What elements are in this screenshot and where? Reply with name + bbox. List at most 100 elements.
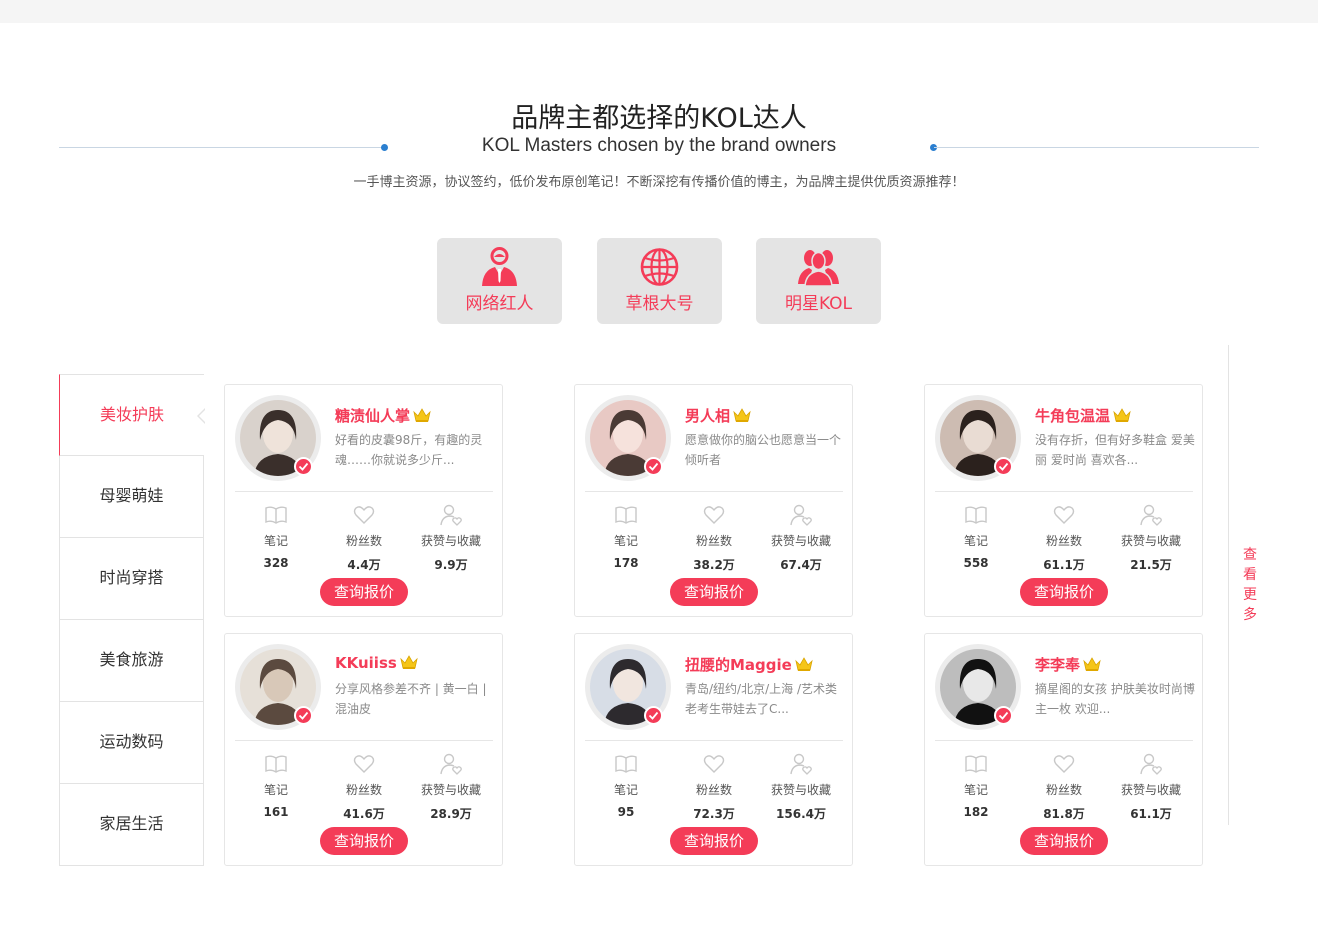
stat-value: 28.9万 (430, 807, 472, 821)
category-fashion[interactable]: 时尚穿搭 (59, 538, 204, 620)
kol-name-text: 李李奉 (1035, 656, 1081, 674)
avatar[interactable] (935, 395, 1021, 481)
title-divider-right (934, 147, 1259, 148)
kol-name-text: 扭腰的Maggie (685, 656, 792, 674)
kol-type-grassroots-button[interactable]: 草根大号 (597, 238, 722, 324)
stat-value: 9.9万 (434, 558, 468, 572)
stat-value: 156.4万 (776, 807, 826, 821)
stat-label: 笔记 (963, 783, 988, 797)
stat-likes: 获赞与收藏 28.9万 (411, 752, 491, 822)
stat-value: 81.8万 (1043, 807, 1085, 821)
card-divider (935, 491, 1193, 492)
kol-card[interactable]: 扭腰的Maggie 青岛/纽约/北京/上海 /艺术类老考生带娃去了C... 笔记 95… (574, 633, 853, 866)
category-beauty-skincare[interactable]: 美妆护肤 (59, 374, 206, 456)
stat-fans: 粉丝数 4.4万 (324, 503, 404, 573)
heart-icon (1053, 755, 1075, 773)
stat-likes: 获赞与收藏 21.5万 (1111, 503, 1191, 573)
query-price-button[interactable]: 查询报价 (1020, 578, 1108, 606)
kol-name[interactable]: 李李奉 (1035, 654, 1101, 675)
category-food-travel[interactable]: 美食旅游 (59, 620, 204, 702)
stat-value: 161 (263, 805, 289, 819)
stat-fans: 粉丝数 41.6万 (324, 752, 404, 822)
query-price-button[interactable]: 查询报价 (670, 578, 758, 606)
stat-notes: 笔记 558 (936, 503, 1016, 570)
section-tagline: 一手博主资源，协议签约，低价发布原创笔记！不断深挖有传播价值的博主，为品牌主提供… (353, 175, 965, 190)
kol-name-text: 男人相 (685, 407, 731, 425)
query-price-button[interactable]: 查询报价 (1020, 827, 1108, 855)
crown-icon (733, 408, 751, 422)
stat-label: 获赞与收藏 (420, 783, 481, 797)
stat-value: 72.3万 (693, 807, 735, 821)
stat-value: 95 (617, 805, 635, 819)
avatar[interactable] (935, 644, 1021, 730)
kol-card[interactable]: 牛角包温温 没有存折，但有好多鞋盒 爱美丽 爱时尚 喜欢各... 笔记 558 粉丝数 6… (924, 384, 1203, 617)
stat-value: 67.4万 (780, 558, 822, 572)
user-favorite-icon (1140, 504, 1162, 526)
kol-type-label: 明星KOL (784, 294, 853, 314)
heart-icon (353, 506, 375, 524)
category-sports-digital[interactable]: 运动数码 (59, 702, 204, 784)
kol-description: 青岛/纽约/北京/上海 /艺术类老考生带娃去了C... (685, 682, 837, 716)
kol-card[interactable]: KKuiiss 分享风格参差不齐 | 黄一白 | 混油皮笔记 161 粉丝数 41.6万… (224, 633, 503, 866)
stat-label: 笔记 (263, 534, 288, 548)
query-price-button[interactable]: 查询报价 (320, 578, 408, 606)
kol-description: 分享风格参差不齐 | 黄一白 | 混油皮 (335, 682, 487, 716)
avatar[interactable] (235, 644, 321, 730)
user-favorite-icon (1140, 753, 1162, 775)
user-favorite-icon (440, 504, 462, 526)
stat-value: 38.2万 (693, 558, 735, 572)
kol-type-internet-celebrity-button[interactable]: 网络红人 (437, 238, 562, 324)
stat-value: 178 (613, 556, 639, 570)
notebook-icon (965, 506, 987, 524)
stat-label: 笔记 (613, 783, 638, 797)
avatar[interactable] (585, 644, 671, 730)
kol-card[interactable]: 糖渍仙人掌 好看的皮囊98斤，有趣的灵魂……你就说多少斤... 笔记 328 粉丝数 4.… (224, 384, 503, 617)
stat-value: 328 (263, 556, 289, 570)
category-home-living[interactable]: 家居生活 (59, 784, 204, 866)
kol-card[interactable]: 李李奉 摘星阁的女孩 护肤美妆时尚博主一枚 欢迎... 笔记 182 粉丝数 81.8万 获… (924, 633, 1203, 866)
stat-fans: 粉丝数 72.3万 (674, 752, 754, 822)
kol-type-label: 网络红人 (465, 294, 534, 314)
stat-likes: 获赞与收藏 61.1万 (1111, 752, 1191, 822)
category-mother-baby[interactable]: 母婴萌娃 (59, 456, 204, 538)
globe-icon (640, 248, 679, 286)
kol-description: 没有存折，但有好多鞋盒 爱美丽 爱时尚 喜欢各... (1035, 433, 1195, 467)
stat-label: 笔记 (963, 534, 988, 548)
avatar[interactable] (585, 395, 671, 481)
stat-label: 粉丝数 (345, 783, 382, 797)
category-sidebar: 美妆护肤 母婴萌娃 时尚穿搭 美食旅游 运动数码 家居生活 (59, 374, 206, 866)
kol-name[interactable]: KKuiiss (335, 654, 418, 672)
kol-name[interactable]: 男人相 (685, 405, 751, 426)
kol-type-star-kol-button[interactable]: 明星KOL (756, 238, 881, 324)
stat-notes: 笔记 161 (236, 752, 316, 819)
user-favorite-icon (790, 504, 812, 526)
kol-card[interactable]: 男人相 愿意做你的脑公也愿意当一个倾听者 笔记 178 粉丝数 38.2万 获赞与收藏 67.… (574, 384, 853, 617)
verified-icon (294, 706, 313, 725)
kol-name[interactable]: 扭腰的Maggie (685, 654, 813, 675)
user-favorite-icon (440, 753, 462, 775)
notebook-icon (965, 755, 987, 773)
stat-likes: 获赞与收藏 67.4万 (761, 503, 841, 573)
kol-type-label: 草根大号 (625, 294, 694, 314)
top-bar (0, 0, 1318, 23)
kol-name[interactable]: 糖渍仙人掌 (335, 405, 431, 426)
section-title: 品牌主都选择的KOL达人 (511, 103, 807, 134)
kol-name[interactable]: 牛角包温温 (1035, 405, 1131, 426)
verified-icon (294, 457, 313, 476)
notebook-icon (615, 506, 637, 524)
card-divider (235, 740, 493, 741)
card-divider (935, 740, 1193, 741)
card-divider (585, 491, 843, 492)
stat-notes: 笔记 178 (586, 503, 666, 570)
section-subtitle: KOL Masters chosen by the brand owners (481, 135, 837, 156)
query-price-button[interactable]: 查询报价 (670, 827, 758, 855)
stat-label: 粉丝数 (695, 783, 732, 797)
stat-likes: 获赞与收藏 156.4万 (761, 752, 841, 822)
notebook-icon (265, 755, 287, 773)
notebook-icon (615, 755, 637, 773)
query-price-button[interactable]: 查询报价 (320, 827, 408, 855)
avatar[interactable] (235, 395, 321, 481)
view-more-link[interactable]: 查看更多 (1243, 545, 1259, 625)
kol-description: 摘星阁的女孩 护肤美妆时尚博主一枚 欢迎... (1035, 682, 1195, 716)
stat-notes: 笔记 328 (236, 503, 316, 570)
